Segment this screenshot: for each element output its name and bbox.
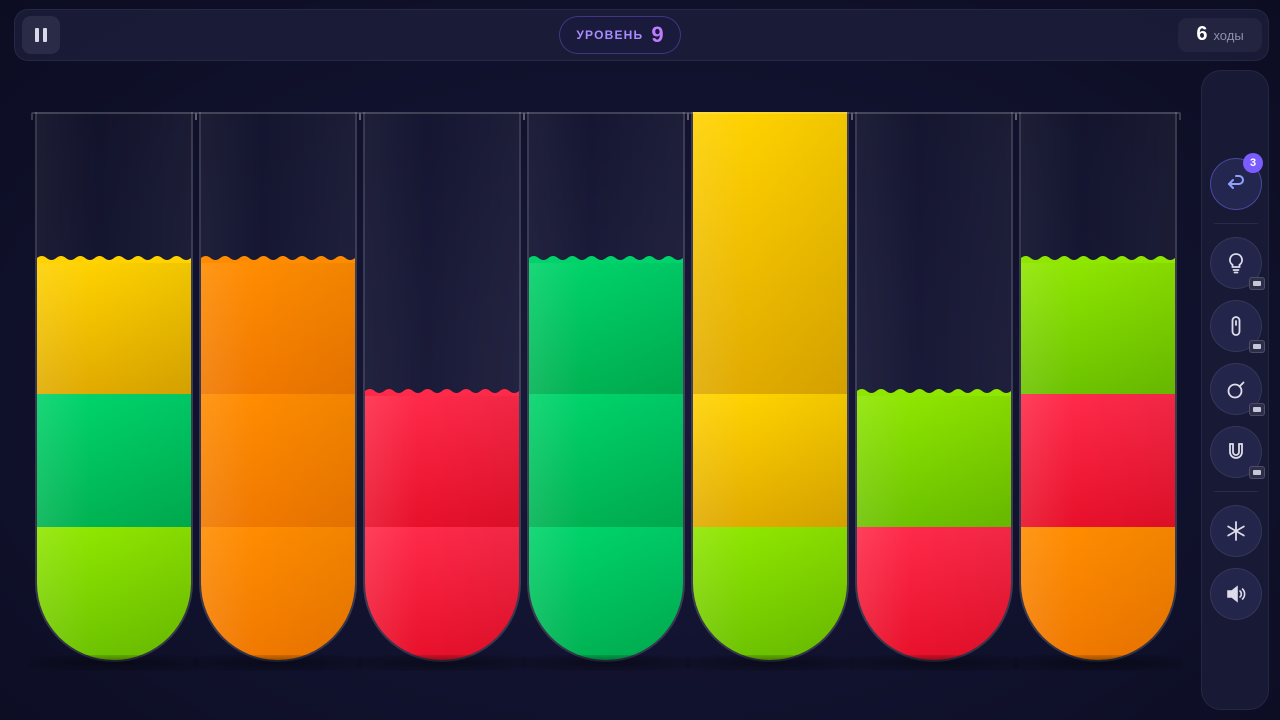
pause-button[interactable] [22, 16, 60, 54]
effects-button[interactable] [1210, 505, 1262, 557]
liquid-layer-lime [693, 527, 847, 660]
tube-rim [687, 112, 853, 120]
liquid-layer-green [529, 261, 683, 394]
liquid-surface-wave [857, 389, 1011, 396]
sound-button[interactable] [1210, 568, 1262, 620]
liquid-layer-red [1021, 394, 1175, 527]
liquid-layer-red [857, 527, 1011, 660]
liquid-layer-green [529, 527, 683, 660]
tube-glass [35, 112, 193, 662]
video-ad-icon [1249, 403, 1265, 416]
test-tube[interactable] [1015, 112, 1181, 662]
test-tube[interactable] [195, 112, 361, 662]
liquid-layer-green [529, 394, 683, 527]
liquid-layer-orange [1021, 527, 1175, 660]
speaker-icon [1227, 585, 1246, 603]
tube-shadow [193, 655, 363, 671]
liquid-surface-wave [1021, 256, 1175, 263]
liquid-layer-lime [857, 394, 1011, 527]
moves-label: ходы [1213, 28, 1244, 43]
liquid-layer-yellow [693, 112, 847, 394]
tube-glass [527, 112, 685, 662]
liquid-layer-red [365, 527, 519, 660]
lightbulb-icon [1229, 253, 1243, 274]
test-tube[interactable] [687, 112, 853, 662]
tube-glass [855, 112, 1013, 662]
video-ad-icon [1249, 277, 1265, 290]
moves-counter: 6 ходы [1178, 18, 1262, 52]
tube-glass [199, 112, 357, 662]
tube-rim [359, 112, 525, 120]
bomb-button[interactable] [1210, 363, 1265, 416]
test-tube[interactable] [359, 112, 525, 662]
tube-glass [363, 112, 521, 662]
pause-icon-bar [43, 28, 47, 42]
top-bar: УРОВЕНЬ 9 6 ходы [14, 9, 1269, 61]
liquid-layer-orange [201, 394, 355, 527]
liquid-layer-red [365, 394, 519, 527]
video-ad-icon [1249, 466, 1265, 479]
side-divider [1214, 223, 1258, 224]
tube-shadow [29, 655, 199, 671]
level-number: 9 [651, 22, 664, 47]
tube-shadow [849, 655, 1019, 671]
test-tube[interactable] [851, 112, 1017, 662]
test-tube[interactable] [523, 112, 689, 662]
liquid-layer-yellow [693, 394, 847, 527]
undo-count-badge: 3 [1243, 153, 1263, 173]
extra-tube-button[interactable] [1210, 300, 1265, 353]
pause-icon [35, 28, 39, 42]
magnet-icon [1229, 443, 1243, 459]
tube-shadow [357, 655, 527, 671]
tube-rim [523, 112, 689, 120]
tube-rim [1015, 112, 1181, 120]
tube-rim [31, 112, 197, 120]
tube-rim [195, 112, 361, 120]
liquid-layer-lime [37, 527, 191, 660]
undo-button[interactable]: 3 [1210, 153, 1263, 210]
liquid-surface-wave [365, 389, 519, 396]
test-tube[interactable] [31, 112, 197, 662]
tube-rim [851, 112, 1017, 120]
side-panel: 3 [1201, 70, 1269, 710]
liquid-surface-wave [201, 256, 355, 263]
snowflake-icon [1227, 521, 1245, 541]
liquid-layer-orange [201, 527, 355, 660]
moves-count: 6 [1196, 23, 1208, 45]
liquid-surface-wave [37, 256, 191, 263]
liquid-layer-lime [1021, 261, 1175, 394]
undo-icon [1228, 175, 1244, 189]
liquid-surface-wave [529, 256, 683, 263]
liquid-layer-green [37, 394, 191, 527]
tube-glass [1019, 112, 1177, 662]
bomb-icon [1227, 381, 1245, 399]
tube-shadow [521, 655, 691, 671]
liquid-layer-orange [201, 261, 355, 394]
tube-glass [691, 112, 849, 662]
level-label: УРОВЕНЬ [576, 28, 644, 42]
liquid-layer-yellow [37, 261, 191, 394]
magnet-button[interactable] [1210, 426, 1265, 479]
tube-shadow [685, 655, 855, 671]
tube-shadow [1013, 655, 1183, 671]
test-tube-icon [1231, 316, 1241, 336]
level-indicator: УРОВЕНЬ 9 [559, 16, 681, 54]
hint-button[interactable] [1210, 237, 1265, 290]
video-ad-icon [1249, 340, 1265, 353]
side-divider [1214, 491, 1258, 492]
